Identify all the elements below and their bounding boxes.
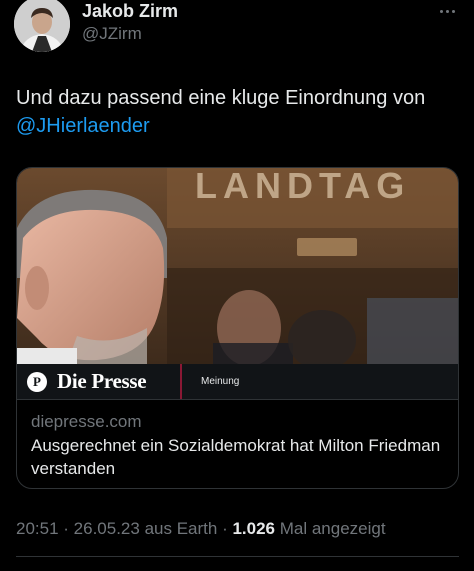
tweet-text-line: Und dazu passend eine kluge Einordnung v… bbox=[16, 87, 426, 109]
author-handle[interactable]: @JZirm bbox=[82, 24, 142, 44]
more-options-icon[interactable] bbox=[430, 0, 464, 22]
tweet-source: aus Earth bbox=[139, 519, 218, 538]
card-image[interactable]: LANDTAG bbox=[17, 168, 458, 364]
article-category: Meinung bbox=[201, 376, 240, 387]
sign-text: LANDTAG bbox=[195, 168, 410, 206]
tweet-text: Und dazu passend eine kluge Einordnung v… bbox=[16, 84, 464, 140]
author-avatar[interactable] bbox=[14, 0, 70, 52]
tweet-date[interactable]: 26.05.23 bbox=[74, 519, 140, 538]
publisher-name: Die Presse bbox=[57, 369, 147, 393]
person-avatar-icon bbox=[14, 0, 70, 52]
divider bbox=[16, 556, 459, 557]
mention-link[interactable]: @JHierlaender bbox=[16, 115, 150, 137]
tweet-meta: 20:51 · 26.05.23 aus Earth · 1.026 Mal a… bbox=[16, 519, 386, 539]
card-domain: diepresse.com bbox=[31, 412, 142, 431]
tweet-time[interactable]: 20:51 bbox=[16, 519, 59, 538]
view-label: Mal angezeigt bbox=[275, 519, 386, 538]
link-preview-card[interactable]: LANDTAG P Die Presse Meinung diepresse.c… bbox=[16, 167, 459, 489]
view-count: 1.026 bbox=[232, 519, 275, 538]
tweet: Jakob Zirm @JZirm Und dazu passend eine … bbox=[0, 0, 474, 571]
card-title[interactable]: Ausgerechnet ein Sozialdemokrat hat Milt… bbox=[31, 434, 451, 480]
author-name[interactable]: Jakob Zirm bbox=[82, 1, 178, 22]
publisher-divider bbox=[180, 364, 182, 399]
presse-logo-icon: P bbox=[27, 372, 47, 392]
meta-separator: · bbox=[217, 519, 233, 538]
meta-separator: · bbox=[58, 519, 74, 538]
publisher-bar: P Die Presse Meinung bbox=[17, 364, 458, 400]
